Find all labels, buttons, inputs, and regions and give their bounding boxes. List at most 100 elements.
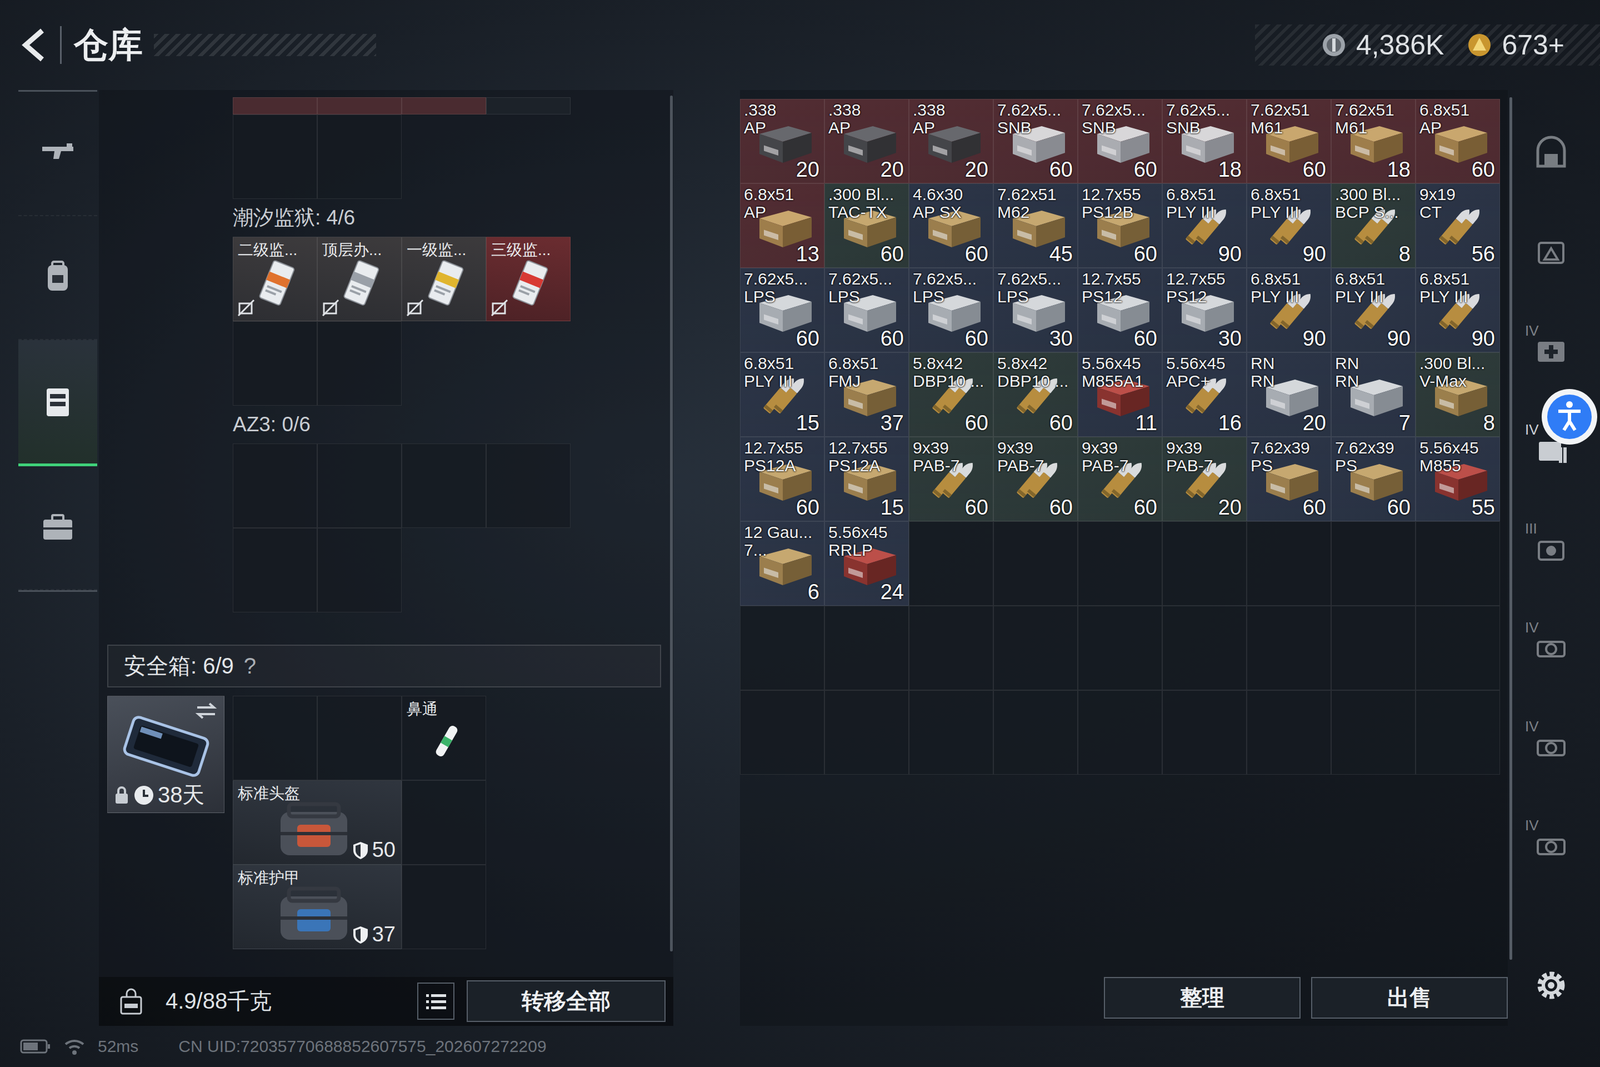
ammo-item[interactable]: 6.8x51PLY III90 [1246,183,1332,268]
ammo-item[interactable]: 4.6x30AP SX60 [908,183,994,268]
back-arrow-icon[interactable] [20,27,48,63]
caliber: 12.7x55 [1081,270,1142,288]
item-count: 60 [1387,495,1411,520]
swap-icon[interactable] [193,700,219,721]
item[interactable]: 鼻通 [401,695,487,780]
help-button[interactable]: ? [243,653,257,679]
durability-value: 37 [372,922,396,947]
ammo-item[interactable]: .300 Bl...TAC-TX60 [824,183,909,268]
grid-cell [1246,521,1332,606]
ammo-item[interactable]: .338AP20 [824,98,909,184]
ammo-item[interactable]: 7.62x39PS60 [1331,436,1416,522]
ammo-item[interactable]: 6.8x51PLY III90 [1246,267,1332,353]
sidebar-item[interactable] [18,216,98,341]
gear-bag-icon [266,799,362,861]
safe-case[interactable]: 38天 [107,695,225,813]
keycard-item[interactable]: 顶层办... [317,236,402,322]
ammo-item[interactable]: 12.7x55PS1260 [1077,267,1163,353]
ammo-item[interactable]: 9x39PAB-760 [1077,436,1163,522]
category-tab[interactable] [1520,102,1582,202]
sell-button[interactable]: 出售 [1311,976,1508,1019]
ammo-item[interactable]: 5.56x45APC+16 [1162,352,1247,437]
ammo-item[interactable]: 7.62x5...LPS60 [908,267,994,353]
ammo-item[interactable]: 7.62x5...SNB60 [1077,98,1163,184]
ammo-item[interactable]: 7.62x39PS60 [1246,436,1332,522]
ammo-item[interactable]: 6.8x51PLY III90 [1331,267,1416,353]
sort-button[interactable]: 整理 [1103,976,1301,1019]
grid-cell [908,605,994,690]
currency-value: 673+ [1501,28,1565,62]
category-tab[interactable] [1520,201,1582,300]
ammo-item[interactable]: 6.8x51AP60 [1415,98,1500,184]
ammo-item[interactable]: 12.7x55PS1230 [1162,267,1247,353]
category-tab[interactable]: III [1520,497,1582,597]
ammo-item[interactable]: 6.8x51PLY III90 [1415,267,1500,353]
category-tab[interactable]: IV [1520,596,1582,696]
keycard-icon [254,258,299,309]
safe-box-grid: 鼻通标准头盔50标准护甲37 [232,695,487,949]
ammo-item[interactable]: 7.62x51M6245 [993,183,1078,268]
keycard-item[interactable]: 二级监... [232,236,318,322]
category-tab[interactable]: IV [1520,794,1582,894]
caliber: 9x39 [1081,438,1129,457]
ammo-item[interactable]: 12.7x55PS12A15 [824,436,909,522]
ammo-item[interactable]: .338AP20 [908,98,994,184]
scrollbar[interactable] [670,95,673,952]
ammo-item[interactable]: .300 Bl...V-Max8 [1415,352,1500,437]
item-count: 7 [1398,411,1411,435]
ammo-item[interactable]: 9x39PAB-760 [993,436,1078,522]
item-label: 7.62x5...LPS [828,270,893,305]
ammo-item[interactable]: 7.62x5...SNB60 [993,98,1078,184]
ammo-item[interactable]: 6.8x51AP13 [740,183,825,268]
ammo-item[interactable]: 7.62x51M6118 [1331,98,1416,184]
ammo-item[interactable]: 7.62x5...LPS30 [993,267,1078,353]
ammo-item[interactable]: 5.56x45RRLP24 [824,521,909,606]
sidebar-item[interactable] [18,91,98,217]
ammo-item[interactable]: 5.56x45M85555 [1415,436,1500,522]
ammo-item[interactable]: 7.62x5...LPS60 [740,267,825,353]
sidebar-item[interactable] [18,466,98,591]
ammo-item[interactable]: 12.7x55PS12B60 [1077,183,1163,268]
gear-item[interactable]: 标准头盔50 [232,780,402,865]
ammo-item[interactable]: 9x39PAB-760 [908,436,994,522]
ammo-item[interactable]: 12.7x55PS12A60 [740,436,825,522]
ammo-type: RN [1250,372,1275,390]
scrollbar[interactable] [1509,97,1513,960]
keycard-item[interactable]: 一级监... [401,236,487,322]
accessibility-icon[interactable] [1540,387,1599,446]
item-count: 13 [796,242,820,267]
ammo-type: SNB [1081,118,1146,137]
ammo-item[interactable]: 12 Gau...7...6 [740,521,825,606]
category-tab[interactable]: IV [1520,695,1582,795]
transfer-all-button[interactable]: 转移全部 [466,980,666,1022]
ammo-item[interactable]: .300 Bl...BCP S...8 [1331,183,1416,268]
ammo-item[interactable]: 7.62x5...SNB18 [1162,98,1247,184]
sidebar-item[interactable] [18,340,98,467]
ammo-item[interactable]: RNRN20 [1246,352,1332,437]
ammo-type: PAB-7 [912,456,960,475]
item-name: 鼻通 [406,698,438,720]
ammo-item[interactable]: 5.56x45M855A111 [1077,352,1163,437]
keycard-item[interactable]: 三级监... [486,236,571,322]
item-label: 9x39PAB-7 [1081,438,1129,474]
ammo-item[interactable]: 5.8x42DBP10 ...60 [908,352,994,437]
list-button[interactable] [417,982,455,1020]
ammo-item[interactable]: 7.62x5...LPS60 [824,267,909,353]
ammo-item[interactable]: 9x39PAB-720 [1162,436,1247,522]
gear-item[interactable]: 标准护甲37 [232,864,402,949]
ammo-item[interactable]: RNRN7 [1331,352,1416,437]
item-label: 5.56x45M855 [1419,438,1479,474]
ammo-item[interactable]: 6.8x51PLY III15 [740,352,825,437]
ammo-item[interactable]: 6.8x51PLY III90 [1162,183,1247,268]
caliber: 12 Gau... [743,523,813,542]
category-tab[interactable]: IV [1520,300,1582,399]
ammo-item[interactable]: 7.62x51M6160 [1246,98,1332,184]
ammo-item[interactable]: 6.8x51FMJ37 [824,352,909,437]
grid-cell [232,97,318,115]
ammo-type: RRLP [828,541,888,559]
gear-icon[interactable] [1532,966,1570,1004]
ammo-item[interactable]: .338AP20 [740,98,825,184]
ammo-item[interactable]: 9x19CT56 [1415,183,1500,268]
item-count: 60 [1133,242,1158,267]
ammo-item[interactable]: 5.8x42DBP10 ...60 [993,352,1078,437]
